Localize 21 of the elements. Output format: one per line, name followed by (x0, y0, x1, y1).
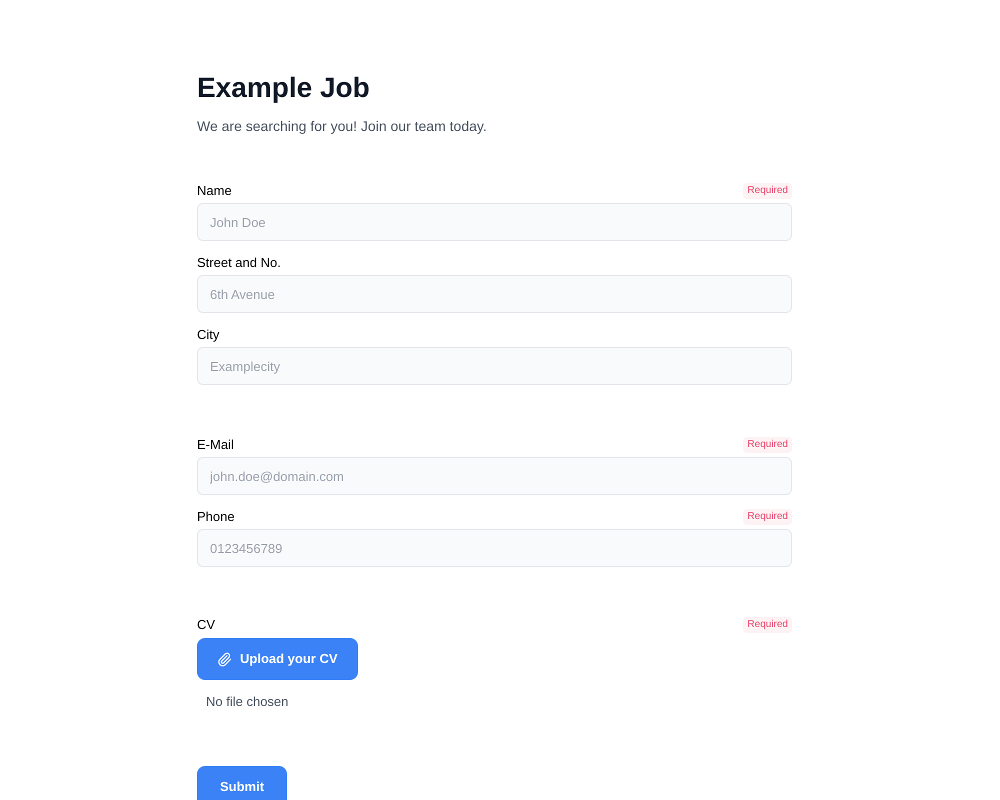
page-subtitle: We are searching for you! Join our team today. (197, 117, 488, 136)
field-label: CV (197, 616, 216, 634)
field-label: Street and No. (197, 254, 281, 272)
paperclip-icon (217, 652, 232, 666)
upload-button[interactable]: Upload your CV (197, 638, 358, 680)
field-label: Name (197, 182, 232, 200)
submit-button[interactable]: Submit (197, 766, 287, 800)
required-badge: Required (743, 617, 792, 633)
text-field[interactable]: john.doe@domain.com (197, 457, 792, 495)
page-title: Example Job (197, 71, 371, 105)
text-field[interactable]: 0123456789 (197, 529, 792, 567)
text-field[interactable]: Examplecity (197, 347, 792, 385)
required-badge: Required (743, 183, 792, 199)
required-badge: Required (743, 509, 792, 525)
field-label: City (197, 326, 220, 344)
field-label: E-Mail (197, 436, 234, 454)
required-badge: Required (743, 437, 792, 453)
text-field[interactable]: 6th Avenue (197, 275, 792, 313)
field-label: Phone (197, 508, 235, 526)
file-status: No file chosen (206, 693, 290, 711)
text-field[interactable]: John Doe (197, 203, 792, 241)
